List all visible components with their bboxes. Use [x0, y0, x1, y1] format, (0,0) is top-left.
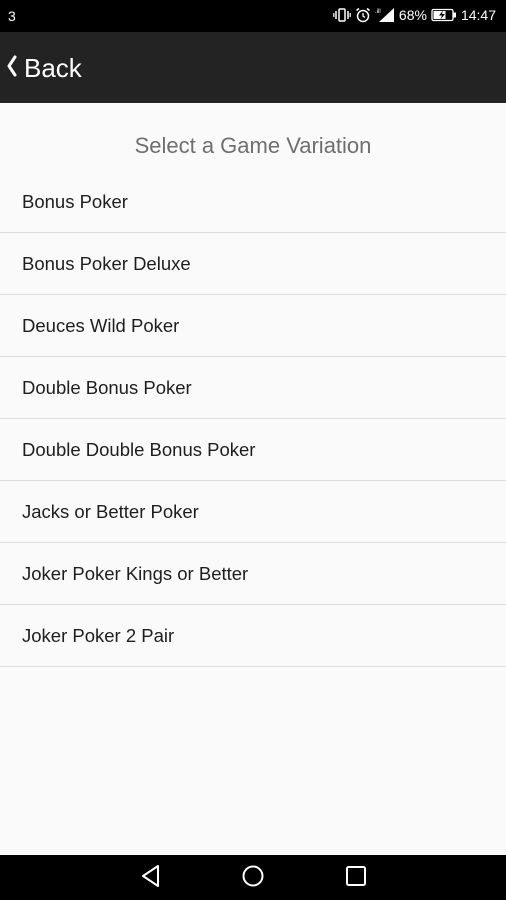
list-item-double-double-bonus-poker[interactable]: Double Double Bonus Poker	[0, 419, 506, 481]
list-item-label: Double Double Bonus Poker	[22, 438, 256, 460]
navigation-bar	[0, 855, 506, 900]
app-screen: 3 .ill 68% 14:47 Back Select a Game Vari…	[0, 0, 506, 900]
list-item-label: Deuces Wild Poker	[22, 314, 180, 336]
nav-back-button[interactable]	[138, 865, 164, 891]
page-title: Select a Game Variation	[134, 133, 372, 158]
game-variation-list: Bonus Poker Bonus Poker Deluxe Deuces Wi…	[0, 171, 506, 667]
list-item-label: Joker Poker 2 Pair	[22, 624, 175, 646]
list-item-label: Joker Poker Kings or Better	[22, 562, 249, 584]
status-icons: .ill 68% 14:47	[333, 7, 496, 23]
svg-text:.ill: .ill	[375, 9, 381, 15]
main-content: Select a Game Variation Bonus Poker Bonu…	[0, 103, 506, 855]
clock: 14:47	[460, 7, 496, 23]
status-bar: 3 .ill 68% 14:47	[0, 0, 506, 32]
nav-home-icon	[241, 864, 265, 892]
list-item-label: Bonus Poker	[22, 190, 128, 212]
nav-home-button[interactable]	[240, 865, 266, 891]
nav-recents-icon	[345, 865, 367, 891]
list-item-bonus-poker-deluxe[interactable]: Bonus Poker Deluxe	[0, 233, 506, 295]
nav-recents-button[interactable]	[343, 865, 369, 891]
list-item-label: Bonus Poker Deluxe	[22, 252, 191, 274]
list-item-deuces-wild-poker[interactable]: Deuces Wild Poker	[0, 295, 506, 357]
chevron-left-icon	[6, 55, 18, 81]
nav-back-icon	[140, 864, 162, 892]
back-label: Back	[24, 52, 82, 83]
list-item-bonus-poker[interactable]: Bonus Poker	[0, 171, 506, 233]
alarm-icon	[355, 7, 371, 23]
list-item-label: Jacks or Better Poker	[22, 500, 199, 522]
list-item-jacks-or-better-poker[interactable]: Jacks or Better Poker	[0, 481, 506, 543]
list-item-double-bonus-poker[interactable]: Double Bonus Poker	[0, 357, 506, 419]
notification-count: 3	[8, 8, 16, 24]
battery-percent: 68%	[398, 7, 427, 23]
signal-icon: .ill	[375, 7, 395, 23]
list-item-joker-poker-kings-or-better[interactable]: Joker Poker Kings or Better	[0, 543, 506, 605]
back-button[interactable]: Back	[6, 50, 82, 86]
list-item-label: Double Bonus Poker	[22, 376, 192, 398]
list-item-joker-poker-2-pair[interactable]: Joker Poker 2 Pair	[0, 605, 506, 667]
battery-charging-icon	[431, 8, 457, 22]
top-toolbar: Back	[0, 32, 506, 103]
vibrate-icon	[333, 7, 351, 23]
